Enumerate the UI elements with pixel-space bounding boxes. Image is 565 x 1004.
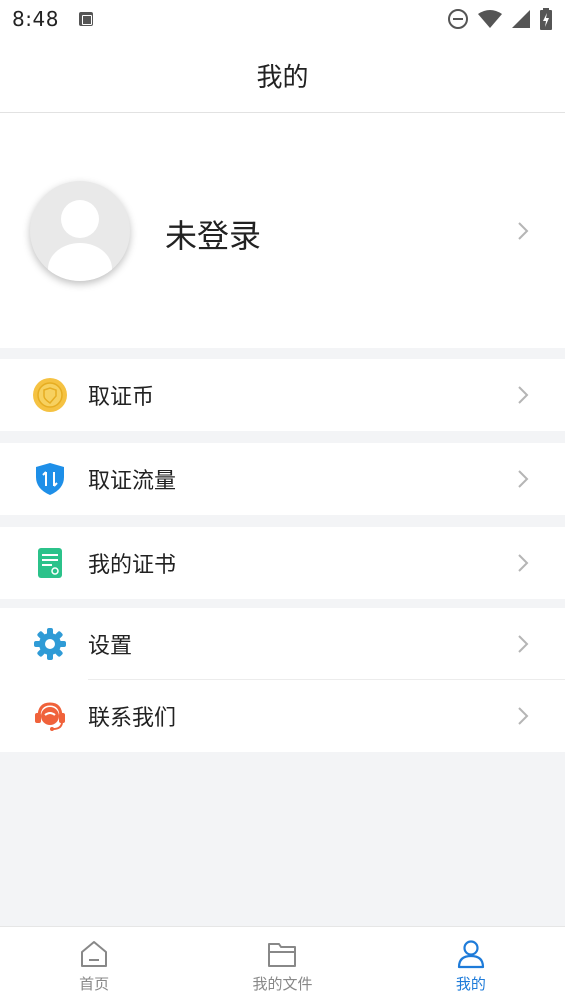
customer-service-icon [32,698,68,734]
menu-item-certificates[interactable]: 我的证书 [0,527,565,599]
user-icon [457,940,484,969]
profile-card[interactable]: 未登录 [0,113,565,348]
chevron-right-icon [518,470,529,488]
battery-charging-icon [540,8,552,30]
certificate-icon [32,545,68,581]
chevron-right-icon [518,222,529,240]
tab-home[interactable]: 首页 [0,927,188,1004]
menu-label-settings: 设置 [88,634,133,659]
menu-label-coins: 取证币 [88,385,155,410]
wifi-icon [478,10,502,28]
chevron-right-icon [518,386,529,404]
coin-icon [32,377,68,413]
coins-section: 取证币 [0,359,565,431]
menu-item-contact[interactable]: 联系我们 [0,680,565,752]
shield-traffic-icon [32,461,68,497]
tab-my-files[interactable]: 我的文件 [188,927,376,1004]
menu-label-contact: 联系我们 [88,706,177,731]
menu-label-certificates: 我的证书 [88,553,177,578]
tab-mine[interactable]: 我的 [377,927,565,1004]
status-time: 8:48 [12,7,59,31]
menu-item-settings[interactable]: 设置 [0,608,565,680]
home-icon [81,941,108,967]
traffic-section: 取证流量 [0,443,565,515]
app-notification-icon [78,12,93,26]
signal-icon [512,10,530,28]
chevron-right-icon [518,707,529,725]
certificates-section: 我的证书 [0,527,565,599]
top-app-bar: 我的 [0,38,565,113]
menu-label-traffic: 取证流量 [88,469,177,494]
tab-label-home: 首页 [79,975,110,993]
default-user-avatar-icon [48,200,112,281]
status-bar: 8:48 [0,0,565,38]
do-not-disturb-icon [448,9,468,29]
gear-icon [32,626,68,662]
profile-name: 未登录 [165,217,262,255]
avatar[interactable] [30,181,130,281]
menu-item-traffic[interactable]: 取证流量 [0,443,565,515]
chevron-right-icon [518,635,529,653]
settings-section: 设置 联系我们 [0,608,565,752]
menu-item-coins[interactable]: 取证币 [0,359,565,431]
tab-label-mine: 我的 [455,975,486,993]
tab-label-my-files: 我的文件 [252,975,313,993]
bottom-navigation: 首页 我的文件 我的 [0,926,565,1004]
page-title: 我的 [256,62,309,93]
folder-icon [268,943,297,967]
chevron-right-icon [518,554,529,572]
